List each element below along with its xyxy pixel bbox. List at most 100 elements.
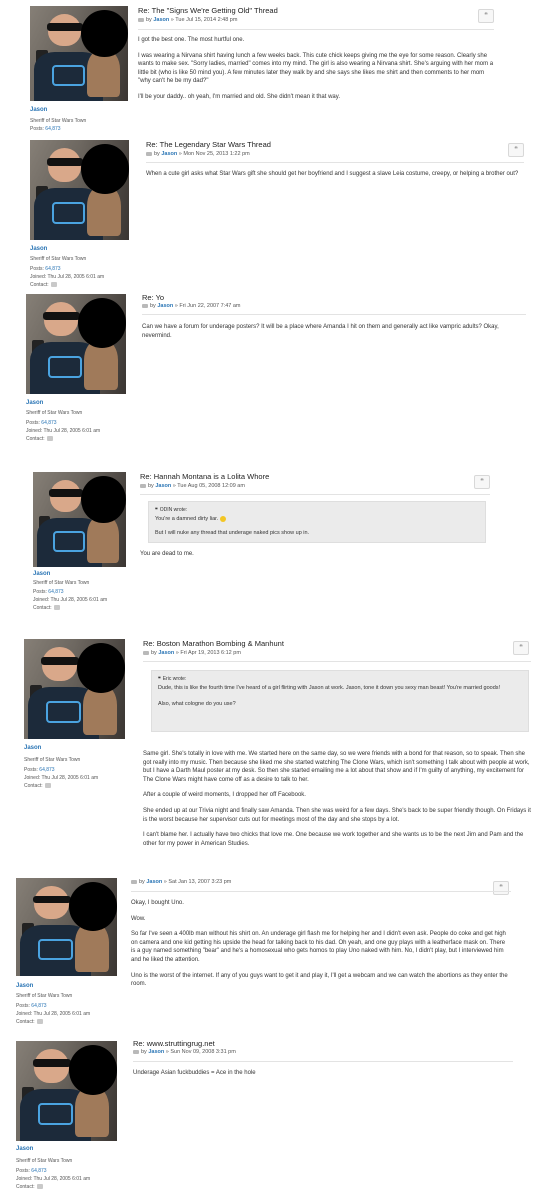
post-paragraph: Same girl. She's totally in love with me… <box>143 751 530 783</box>
quote-line: Also, what cologne do you use? <box>158 701 236 707</box>
avatar[interactable] <box>24 639 125 739</box>
post-date: » Fri Jun 22, 2007 7:47 am <box>174 303 241 309</box>
username-link[interactable]: Jason <box>24 745 41 751</box>
post-paragraph: I'll be your daddy.. oh yeah, I'm marrie… <box>138 93 340 100</box>
contact-icon[interactable] <box>46 436 53 442</box>
post-author-line: by Jason » Sat Jan 13, 2007 3:23 pm <box>131 879 231 885</box>
post-date: » Sun Nov 09, 2008 3:31 pm <box>165 1049 236 1055</box>
post-link-icon[interactable] <box>131 879 137 884</box>
posts-count-link[interactable]: 64,873 <box>41 420 56 426</box>
user-post-count: Posts: 64,873 <box>30 125 61 133</box>
post-paragraph: I got the best one. The most hurtful one… <box>138 37 245 43</box>
avatar[interactable] <box>30 140 129 240</box>
quote-button[interactable]: ❝ <box>474 475 490 489</box>
quote-line: Dude, this is like the fourth time I've … <box>158 685 501 691</box>
post-date: » Tue Jul 15, 2014 2:48 pm <box>170 17 238 23</box>
post-title[interactable]: Re: Hannah Montana is a Lolita Whore <box>140 472 269 481</box>
post-author-link[interactable]: Jason <box>157 303 173 309</box>
post-link-icon[interactable] <box>133 1049 139 1054</box>
joined-date: Thu Jul 28, 2005 6:01 am <box>41 775 99 781</box>
post-title[interactable]: Re: The Legendary Star Wars Thread <box>146 140 271 149</box>
post-paragraph: Okay, I bought Uno. <box>131 900 184 906</box>
post-title[interactable]: Re: Yo <box>142 293 164 302</box>
avatar[interactable] <box>33 472 126 567</box>
post-author-link[interactable]: Jason <box>148 1049 164 1055</box>
posts-count-link[interactable]: 64,873 <box>31 1168 46 1174</box>
post-paragraph: When a cute girl asks what Star Wars gif… <box>146 171 519 177</box>
post-link-icon[interactable] <box>138 17 144 22</box>
post-author-link[interactable]: Jason <box>161 151 177 157</box>
divider <box>138 29 494 30</box>
post-content: I got the best one. The most hurtful one… <box>138 36 494 109</box>
quote-button[interactable]: ❝ <box>508 143 524 157</box>
post-author-line: by Jason » Tue Jul 15, 2014 2:48 pm <box>138 17 237 23</box>
user-rank: Sheriff of Star Wars Town <box>16 1158 73 1164</box>
quote-mark-icon: ❝ <box>158 676 161 682</box>
post-link-icon[interactable] <box>140 483 146 488</box>
divider <box>140 494 490 495</box>
post: Jason Sheriff of Star Wars Town Posts: 6… <box>0 290 557 460</box>
post-author-link[interactable]: Jason <box>158 650 174 656</box>
post-link-icon[interactable] <box>142 303 148 308</box>
post-author-link[interactable]: Jason <box>146 879 162 885</box>
avatar[interactable] <box>26 294 126 394</box>
divider <box>133 1061 513 1062</box>
post-title[interactable]: Re: www.struttingrug.net <box>133 1039 215 1048</box>
smiley-icon <box>219 515 226 522</box>
joined-date: Thu Jul 28, 2005 6:01 am <box>43 428 101 434</box>
post-content: Okay, I bought Uno. Wow. So far I've see… <box>131 899 511 996</box>
quote-cite: ❝ Eric wrote: <box>158 676 187 682</box>
divider <box>142 314 526 315</box>
username-link[interactable]: Jason <box>30 107 47 113</box>
user-details: Posts: 64,873 Joined: Thu Jul 28, 2005 6… <box>16 1003 91 1025</box>
quote-block: ❝ ODIN wrote: You're a damned dirty liar.… <box>148 501 486 543</box>
joined-date: Thu Jul 28, 2005 6:01 am <box>47 274 105 280</box>
contact-icon[interactable] <box>44 783 51 789</box>
contact-icon[interactable] <box>53 605 60 611</box>
post-link-icon[interactable] <box>143 650 149 655</box>
post: Jason Sheriff of Star Wars Town Posts: 6… <box>0 460 557 635</box>
divider <box>143 661 531 662</box>
user-details: Posts: 64,873 Joined: Thu Jul 28, 2005 6… <box>33 589 108 611</box>
post-author-link[interactable]: Jason <box>153 17 169 23</box>
posts-count-link[interactable]: 64,873 <box>39 767 54 773</box>
avatar[interactable] <box>16 1041 117 1141</box>
post-paragraph: Can we have a forum for underage posters… <box>142 324 499 339</box>
divider <box>131 891 511 892</box>
post-paragraph: I was wearing a Nirvana shirt having lun… <box>138 52 494 85</box>
post-date: » Tue Aug 05, 2008 12:09 am <box>172 483 245 489</box>
posts-count-link[interactable]: 64,873 <box>31 1003 46 1009</box>
contact-icon[interactable] <box>36 1019 43 1025</box>
posts-count-link[interactable]: 64,873 <box>45 126 60 132</box>
post: Jason Sheriff of Star Wars Town Posts: 6… <box>0 1035 557 1200</box>
quote-button[interactable]: ❝ <box>493 881 509 895</box>
post-author-link[interactable]: Jason <box>155 483 171 489</box>
post-link-icon[interactable] <box>146 151 152 156</box>
username-link[interactable]: Jason <box>33 571 50 577</box>
quote-button[interactable]: ❝ <box>478 9 494 23</box>
user-details: Posts: 64,873 Joined: Thu Jul 28, 2005 6… <box>30 266 105 288</box>
contact-icon[interactable] <box>50 282 57 288</box>
post-author-line: by Jason » Fri Jun 22, 2007 7:47 am <box>142 303 241 309</box>
username-link[interactable]: Jason <box>16 1146 33 1152</box>
post-title[interactable]: Re: Boston Marathon Bombing & Manhunt <box>143 639 284 648</box>
avatar[interactable] <box>30 6 128 101</box>
user-rank: Sheriff of Star Wars Town <box>24 757 81 763</box>
post-paragraph: So far I've seen a 400lb man without his… <box>131 931 506 963</box>
username-link[interactable]: Jason <box>16 983 33 989</box>
avatar[interactable] <box>16 878 117 976</box>
posts-count-link[interactable]: 64,873 <box>48 589 63 595</box>
quote-block: ❝ Eric wrote: Dude, this is like the four… <box>151 670 529 732</box>
post: Jason Sheriff of Star Wars Town Posts: 6… <box>0 0 557 135</box>
quote-icon: ❝ <box>499 884 503 891</box>
posts-count-link[interactable]: 64,873 <box>45 266 60 272</box>
username-link[interactable]: Jason <box>30 246 47 252</box>
post-date: » Mon Nov 25, 2013 1:22 pm <box>178 151 250 157</box>
username-link[interactable]: Jason <box>26 400 43 406</box>
joined-date: Thu Jul 28, 2005 6:01 am <box>33 1176 91 1182</box>
post-title[interactable]: Re: The "Signs We're Getting Old" Thread <box>138 6 278 15</box>
post-date: » Sat Jan 13, 2007 3:23 pm <box>163 879 232 885</box>
quote-icon: ❝ <box>514 146 518 153</box>
quote-button[interactable]: ❝ <box>513 641 529 655</box>
contact-icon[interactable] <box>36 1184 43 1190</box>
